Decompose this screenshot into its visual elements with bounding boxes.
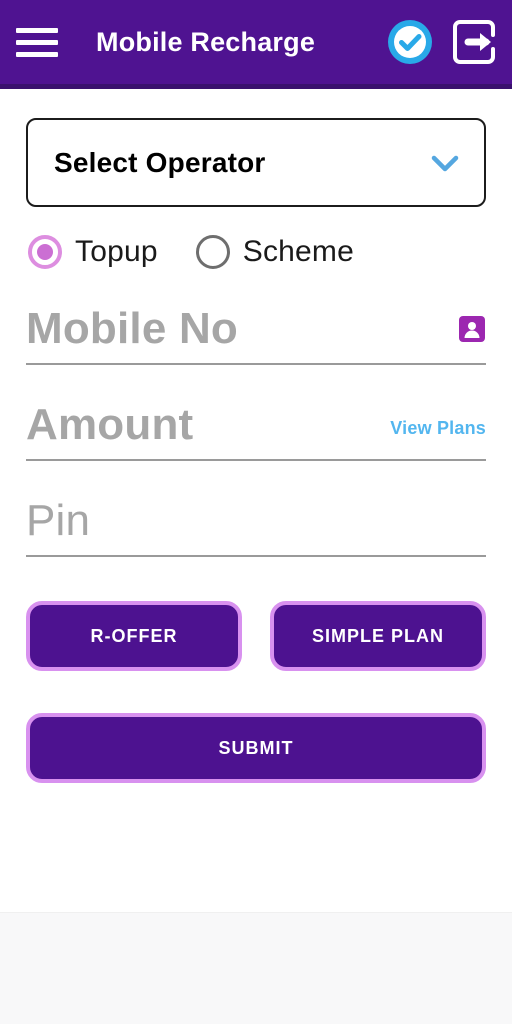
recharge-type-radio-group: Topup Scheme <box>28 235 512 269</box>
verified-check-icon[interactable] <box>386 18 434 66</box>
mobile-number-placeholder: Mobile No <box>26 304 239 353</box>
simple-plan-button[interactable]: SIMPLE PLAN <box>270 601 486 671</box>
mobile-number-trailing <box>458 315 486 355</box>
logout-icon[interactable] <box>452 18 496 66</box>
amount-placeholder: Amount <box>26 400 194 449</box>
radio-scheme-label: Scheme <box>242 235 355 268</box>
contact-book-icon[interactable] <box>458 315 486 343</box>
radio-topup-indicator <box>28 235 62 269</box>
amount-input-row[interactable]: Amount View Plans <box>26 399 486 461</box>
operator-select-label: Select Operator <box>54 146 266 178</box>
radio-topup-label: Topup <box>75 235 158 268</box>
radio-option-scheme[interactable]: Scheme <box>195 235 355 269</box>
view-plans-link[interactable]: View Plans <box>390 418 486 439</box>
app-bar-actions <box>386 18 496 66</box>
mobile-number-input-row[interactable]: Mobile No <box>26 303 486 365</box>
pin-input-row[interactable]: Pin <box>26 495 486 557</box>
hamburger-bar <box>16 39 58 45</box>
hamburger-bar <box>16 27 58 33</box>
radio-option-topup[interactable]: Topup <box>28 235 158 269</box>
radio-scheme-indicator <box>195 235 230 269</box>
page-title: Mobile Recharge <box>96 26 316 57</box>
operator-select[interactable]: Select Operator <box>26 118 486 207</box>
hamburger-bar <box>16 51 58 57</box>
secondary-button-row: R-OFFER SIMPLE PLAN <box>26 601 486 671</box>
amount-trailing: View Plans <box>390 418 486 451</box>
bottom-area <box>0 912 512 1024</box>
mobile-recharge-screen: Mobile Recharge Select Operator Topup Sc… <box>0 0 512 1024</box>
hamburger-icon[interactable] <box>16 27 72 57</box>
pin-placeholder: Pin <box>26 496 91 545</box>
chevron-down-icon <box>431 155 459 171</box>
mobile-number-field: Mobile No <box>26 269 486 365</box>
r-offer-button[interactable]: R-OFFER <box>26 601 242 671</box>
submit-button[interactable]: SUBMIT <box>26 713 486 783</box>
pin-field: Pin <box>26 461 486 557</box>
amount-field: Amount View Plans <box>26 365 486 461</box>
app-bar: Mobile Recharge <box>0 0 512 84</box>
form-content: Select Operator Topup Scheme Mobile No A… <box>0 89 512 783</box>
